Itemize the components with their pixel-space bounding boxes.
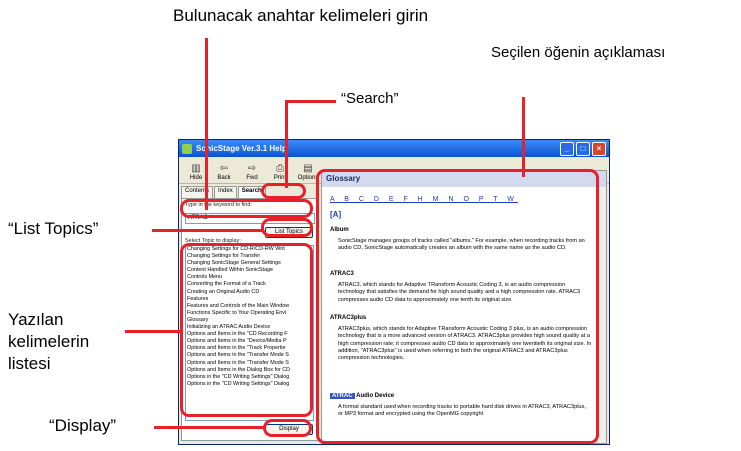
keyword-highlight: [180, 199, 313, 218]
print-icon: ⎙: [276, 163, 284, 174]
search-connector-h: [285, 100, 336, 103]
tab-contents[interactable]: Contents: [181, 186, 214, 198]
display-highlight: [263, 419, 312, 437]
title-bar: SonicStage Ver.3.1 Help _ □ ×: [179, 140, 609, 157]
list-topics-highlight: [261, 218, 313, 237]
print-button[interactable]: ⎙ Print: [267, 163, 293, 183]
display-connector: [154, 426, 266, 429]
description-callout: Seçilen öğenin açıklaması: [491, 44, 666, 61]
topics-list-callout-2: kelimelerin: [8, 332, 90, 351]
maximize-icon[interactable]: □: [576, 141, 590, 156]
search-connector-v: [285, 100, 288, 188]
search-tab-highlight: [261, 183, 306, 199]
description-connector: [522, 97, 525, 177]
back-icon: ⇦: [219, 163, 229, 174]
topics-list-connector: [125, 330, 180, 333]
back-button[interactable]: ⇦ Back: [211, 163, 237, 183]
topics-list-callout-3: listesi: [8, 354, 51, 373]
keyword-connector: [205, 38, 208, 210]
display-callout: “Display”: [49, 416, 117, 435]
close-icon[interactable]: ×: [592, 141, 606, 156]
forward-button[interactable]: ⇨ Fwd: [239, 163, 265, 183]
window-title: SonicStage Ver.3.1 Help: [196, 144, 287, 153]
minimize-icon[interactable]: _: [560, 141, 574, 156]
app-icon: [182, 143, 192, 154]
topics-list-highlight: [180, 243, 313, 417]
list-topics-connector: [152, 229, 262, 232]
hide-label: Hide: [189, 175, 203, 181]
forward-icon: ⇨: [247, 163, 257, 174]
forward-label: Fwd: [246, 175, 258, 181]
topics-list-callout-1: Yazılan: [8, 310, 64, 329]
back-label: Back: [217, 175, 231, 181]
keyword-callout: Bulunacak anahtar kelimeleri girin: [173, 6, 429, 25]
description-highlight: [316, 169, 599, 444]
tab-index[interactable]: Index: [214, 186, 237, 198]
list-topics-callout: “List Topics”: [8, 219, 99, 238]
search-callout: “Search”: [341, 90, 399, 107]
